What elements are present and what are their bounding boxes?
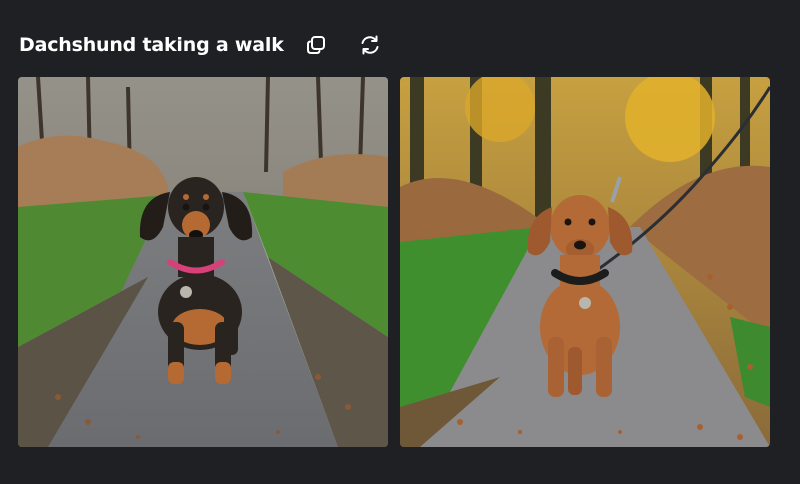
dachshund-photo	[18, 77, 388, 447]
prompt-header: Dachshund taking a walk	[19, 30, 384, 60]
copy-icon	[306, 36, 325, 54]
image-generation-panel: Dachshund taking a walk	[0, 0, 800, 484]
refresh-icon	[361, 35, 379, 55]
dachshund-photo	[400, 77, 770, 447]
generated-image-2[interactable]	[400, 77, 770, 447]
copy-button[interactable]	[302, 31, 330, 59]
generated-image-1[interactable]	[18, 77, 388, 447]
prompt-title: Dachshund taking a walk	[19, 34, 284, 56]
regenerate-button[interactable]	[356, 31, 384, 59]
